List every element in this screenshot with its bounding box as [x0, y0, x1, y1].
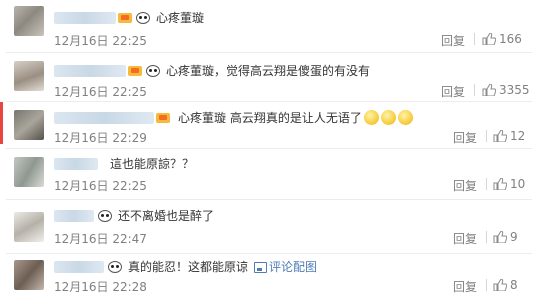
username-blurred[interactable]: [54, 209, 94, 222]
avatar[interactable]: [14, 61, 44, 91]
smile-emoji-icon: [380, 110, 396, 125]
comment-text: 心疼董璇，觉得高云翔是傻蛋的有没有: [166, 63, 371, 78]
smile-emoji-icon: [363, 110, 379, 125]
panda-sticker-icon: [107, 260, 123, 274]
thumb-up-icon: [482, 33, 496, 45]
like-count: 10: [510, 177, 526, 191]
reply-button[interactable]: 回复: [453, 129, 477, 146]
avatar[interactable]: [14, 260, 44, 290]
comment-text: 真的能忍！这都能原谅: [128, 259, 249, 274]
smile-emoji-icon: [397, 110, 413, 125]
panda-sticker-icon: [97, 209, 113, 223]
avatar[interactable]: [14, 6, 44, 36]
reply-button[interactable]: 回复: [453, 230, 477, 247]
comment-text: 這也能原諒？？: [110, 156, 195, 171]
panda-sticker-icon: [145, 64, 161, 78]
like-button[interactable]: 9: [493, 230, 518, 244]
thumb-up-icon: [493, 130, 507, 142]
avatar[interactable]: [14, 212, 44, 242]
like-count: 166: [499, 32, 522, 46]
comment-item: 心疼董璇 12月16日 22:25 回复 166: [0, 0, 538, 52]
avatar[interactable]: [14, 157, 44, 187]
reply-button[interactable]: 回复: [441, 83, 465, 100]
like-button[interactable]: 12: [493, 129, 525, 143]
thumb-up-icon: [493, 279, 507, 291]
like-count: 8: [510, 278, 518, 292]
username-blurred[interactable]: [54, 260, 104, 273]
comment-time: 12月16日 22:25: [54, 34, 147, 48]
comment-item: 还不离婚也是醉了 12月16日 22:47 回复 9: [0, 200, 538, 254]
picture-icon: [254, 261, 268, 273]
like-button[interactable]: 10: [493, 177, 525, 191]
comment-item: 心疼董璇 高云翔真的是让人无语了 12月16日 22:29 回复 12: [0, 102, 538, 148]
like-count: 12: [510, 129, 526, 143]
comment-item: 真的能忍！这都能原谅 评论配图 12月16日 22:28 回复 8: [0, 254, 538, 296]
like-button[interactable]: 3355: [482, 83, 530, 97]
comment-time: 12月16日 22:29: [54, 131, 147, 145]
username-blurred[interactable]: [54, 11, 116, 24]
like-count: 9: [510, 230, 518, 244]
panda-sticker-icon: [135, 11, 151, 25]
comment-picture-link[interactable]: 评论配图: [254, 260, 317, 274]
comment-text: 心疼董璇: [156, 10, 205, 25]
comment-time: 12月16日 22:47: [54, 232, 147, 246]
thumb-up-icon: [493, 231, 507, 243]
thumb-up-icon: [482, 84, 496, 96]
comment-time: 12月16日 22:28: [54, 280, 147, 294]
vip-badge-icon: [156, 112, 170, 123]
comment-text: 心疼董璇 高云翔真的是让人无语了: [178, 110, 362, 125]
comment-time: 12月16日 22:25: [54, 85, 147, 99]
comment-item: 這也能原諒？？ 12月16日 22:25 回复 10: [0, 149, 538, 199]
username-blurred[interactable]: [54, 157, 98, 170]
username-blurred[interactable]: [54, 111, 154, 124]
like-count: 3355: [499, 83, 530, 97]
thumb-up-icon: [493, 178, 507, 190]
comment-picture-link-label: 评论配图: [269, 259, 318, 274]
reply-button[interactable]: 回复: [441, 32, 465, 49]
comment-text: 还不离婚也是醉了: [118, 208, 215, 223]
avatar[interactable]: [14, 110, 44, 140]
like-button[interactable]: 166: [482, 32, 522, 46]
vip-badge-icon: [128, 65, 142, 76]
reply-button[interactable]: 回复: [453, 177, 477, 194]
username-blurred[interactable]: [54, 64, 126, 77]
like-button[interactable]: 8: [493, 278, 518, 292]
comment-time: 12月16日 22:25: [54, 179, 147, 193]
vip-badge-icon: [118, 12, 132, 23]
comment-item: 心疼董璇，觉得高云翔是傻蛋的有没有 12月16日 22:25 回复 3355: [0, 53, 538, 101]
reply-button[interactable]: 回复: [453, 278, 477, 295]
